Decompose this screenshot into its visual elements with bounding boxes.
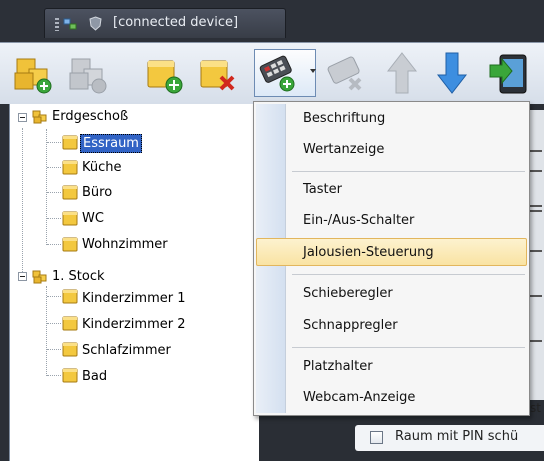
- room-icon: [62, 160, 78, 175]
- shield-icon: [89, 16, 102, 31]
- room-icon: [62, 211, 78, 226]
- pin-row: Raum mit PIN schü: [355, 425, 544, 451]
- device-transfer-icon: [489, 54, 527, 94]
- floor-icon: [32, 270, 47, 284]
- remove-control-button[interactable]: [322, 49, 370, 97]
- remove-control-icon: [327, 56, 362, 91]
- menu-item-platzhalter[interactable]: Platzhalter: [256, 353, 527, 381]
- add-control-button[interactable]: [254, 49, 316, 97]
- menu-separator: [292, 171, 525, 172]
- toolbar: [0, 42, 544, 104]
- menu-item-taster[interactable]: Taster: [256, 176, 527, 204]
- device-tab-label: [connected device]: [113, 15, 239, 30]
- room-icon: [62, 289, 78, 304]
- add-item-icon: [147, 60, 183, 94]
- tree-floor-item[interactable]: Erdgeschoß: [50, 107, 190, 127]
- network-icon: [63, 18, 77, 30]
- title-bar: [connected device]: [0, 0, 544, 42]
- menu-item-schieberegler[interactable]: Schieberegler: [256, 280, 527, 308]
- add-item-button[interactable]: [140, 49, 188, 97]
- move-down-button[interactable]: [428, 49, 476, 97]
- menu-item-ein-aus-schalter[interactable]: Ein-/Aus-Schalter: [256, 207, 527, 235]
- add-control-icon: [259, 55, 295, 92]
- menu-separator: [292, 274, 525, 275]
- arrow-down-icon: [436, 52, 468, 94]
- tree-floor-item[interactable]: 1. Stock: [50, 267, 190, 287]
- send-to-device-button[interactable]: [484, 49, 532, 97]
- menu-item-webcam-anzeige[interactable]: Webcam-Anzeige: [256, 384, 527, 412]
- menu-item-beschriftung[interactable]: Beschriftung: [256, 105, 527, 133]
- grip-icon: [55, 18, 59, 31]
- delete-item-icon: [200, 60, 235, 91]
- chevron-down-icon[interactable]: [310, 69, 316, 73]
- room-icon: [62, 237, 78, 252]
- menu-item-schnappregler[interactable]: Schnappregler: [256, 312, 527, 340]
- remove-room-icon: [69, 58, 107, 94]
- menu-separator: [292, 347, 525, 348]
- room-icon: [62, 342, 78, 357]
- pin-checkbox-label[interactable]: Raum mit PIN schü: [395, 429, 518, 444]
- room-icon: [62, 368, 78, 383]
- move-up-button[interactable]: [378, 49, 426, 97]
- cut-off-label: st: [530, 401, 541, 415]
- add-room-icon: [14, 58, 52, 94]
- device-tab[interactable]: [connected device]: [44, 8, 286, 38]
- menu-item-wertanzeige[interactable]: Wertanzeige: [256, 136, 527, 164]
- menu-item-jalousien-steuerung[interactable]: Jalousien-Steuerung: [256, 238, 527, 266]
- room-icon: [62, 316, 78, 331]
- remove-room-button[interactable]: [64, 49, 112, 97]
- collapse-toggle[interactable]: [18, 113, 27, 122]
- floor-icon: [32, 110, 47, 124]
- room-icon: [62, 135, 78, 150]
- arrow-up-icon: [386, 52, 418, 94]
- room-tree[interactable]: Erdgeschoß Essraum Küche Büro WC Wohnzim…: [9, 104, 259, 461]
- add-room-button[interactable]: [9, 49, 57, 97]
- room-icon: [62, 185, 78, 200]
- add-control-menu: Beschriftung Wertanzeige Taster Ein-/Aus…: [253, 101, 530, 416]
- pin-checkbox[interactable]: [370, 431, 383, 444]
- delete-item-button[interactable]: [193, 49, 241, 97]
- collapse-toggle[interactable]: [18, 272, 27, 281]
